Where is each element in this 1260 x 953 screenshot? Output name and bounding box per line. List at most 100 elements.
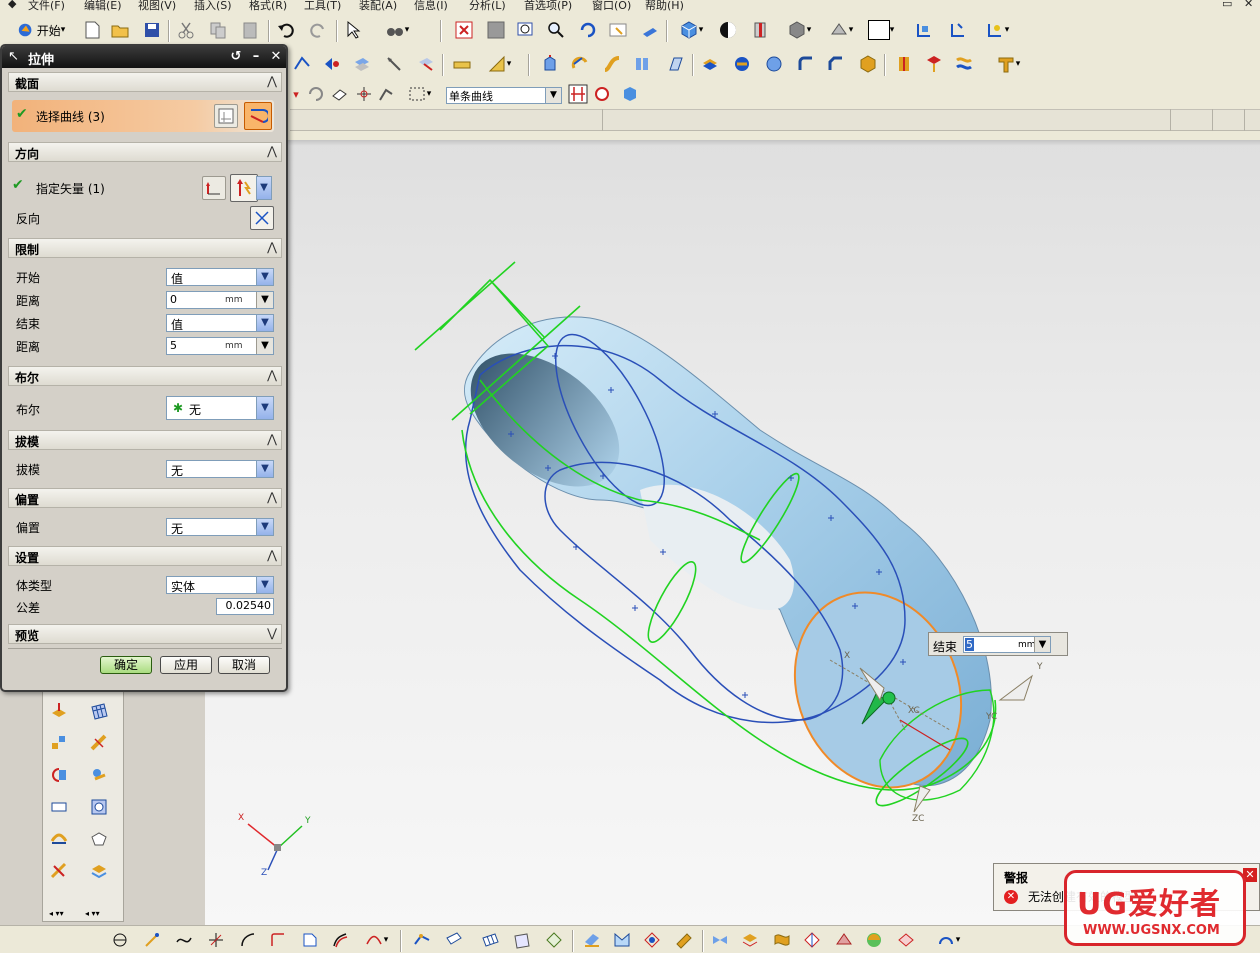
body-type-select[interactable]: 实体 ▼ bbox=[166, 576, 274, 594]
studio-surface-button[interactable] bbox=[542, 928, 566, 952]
tolerance-input[interactable]: 0.02540 bbox=[216, 598, 274, 615]
vector-type-dropdown[interactable]: ▼ bbox=[256, 176, 272, 200]
reverse-direction-button[interactable] bbox=[250, 206, 274, 230]
offset-surface-button[interactable] bbox=[738, 928, 762, 952]
expand-caret-icon[interactable]: ⋁ bbox=[267, 626, 277, 640]
palette-patch-button[interactable] bbox=[87, 859, 111, 883]
i-form-button[interactable] bbox=[832, 928, 856, 952]
more-surface-button[interactable]: ▾ bbox=[930, 928, 966, 952]
x-form-button[interactable] bbox=[800, 928, 824, 952]
through-curve-mesh-button[interactable] bbox=[478, 928, 502, 952]
match-edge-icon bbox=[898, 933, 914, 947]
face-blend-button[interactable] bbox=[672, 928, 696, 952]
palette-law-button[interactable] bbox=[47, 859, 71, 883]
section-header-direction[interactable]: 方向 ⋀ bbox=[8, 142, 282, 162]
enlarge-button[interactable] bbox=[862, 928, 886, 952]
palette-trim-sheet-button[interactable] bbox=[87, 795, 111, 819]
end-distance-onscreen-input[interactable]: 结束 5 mm ▼ bbox=[928, 632, 1068, 656]
end-distance-value[interactable]: 5 bbox=[170, 339, 177, 352]
offset-select[interactable]: 无 ▼ bbox=[166, 518, 274, 536]
rectangle-button[interactable] bbox=[266, 928, 290, 952]
line-button[interactable] bbox=[204, 928, 228, 952]
section-header-preview[interactable]: 预览 ⋁ bbox=[8, 624, 282, 644]
collapse-caret-icon[interactable]: ⋀ bbox=[267, 240, 277, 254]
ruled-button[interactable] bbox=[442, 928, 466, 952]
boolean-select[interactable]: ✱ 无 ▼ bbox=[166, 396, 274, 420]
minimize-icon[interactable]: – bbox=[248, 49, 264, 65]
end-type-select[interactable]: 值 ▼ bbox=[166, 314, 274, 332]
four-point-surface-button[interactable] bbox=[510, 928, 534, 952]
palette-mesh-surface-button[interactable] bbox=[87, 699, 111, 723]
palette-thicken-button[interactable] bbox=[47, 795, 71, 819]
sew-sheet-button[interactable] bbox=[708, 928, 732, 952]
spline-button[interactable] bbox=[172, 928, 196, 952]
palette-scroll-right-icon[interactable]: ◂ ▾▾ bbox=[85, 909, 100, 918]
apply-button[interactable]: 应用 bbox=[160, 656, 212, 674]
collapse-caret-icon[interactable]: ⋀ bbox=[267, 548, 277, 562]
end-distance-unit: mm bbox=[225, 341, 243, 351]
through-curves-button[interactable] bbox=[410, 928, 434, 952]
draft-select[interactable]: 无 ▼ bbox=[166, 460, 274, 478]
palette-datum-plane-button[interactable] bbox=[47, 699, 71, 723]
section-header-limits[interactable]: 限制 ⋀ bbox=[8, 238, 282, 258]
end-onscreen-value[interactable]: 5 bbox=[965, 638, 974, 651]
basic-curves-button[interactable] bbox=[140, 928, 164, 952]
drag-handle-green[interactable] bbox=[882, 691, 896, 705]
start-distance-value[interactable]: 0 bbox=[170, 293, 177, 306]
polygon-button[interactable] bbox=[298, 928, 322, 952]
section-header-boolean[interactable]: 布尔 ⋀ bbox=[8, 366, 282, 386]
chevron-down-icon[interactable]: ▼ bbox=[256, 338, 273, 354]
basic-curves-icon bbox=[145, 933, 159, 947]
limits-title: 限制 bbox=[15, 243, 40, 257]
arrow-cone-y[interactable] bbox=[998, 674, 1033, 701]
curve-select-button[interactable] bbox=[244, 102, 272, 130]
sketch-button[interactable] bbox=[108, 928, 132, 952]
palette-swept-button[interactable] bbox=[87, 731, 111, 755]
palette-scroll-left-icon[interactable]: ◂ ▾▾ bbox=[49, 909, 64, 918]
section-header-settings[interactable]: 设置 ⋀ bbox=[8, 546, 282, 566]
palette-bridge-button[interactable] bbox=[47, 827, 71, 851]
chevron-down-icon[interactable]: ▼ bbox=[256, 292, 273, 308]
trimmed-sheet-button[interactable] bbox=[640, 928, 664, 952]
offset-curve-button[interactable] bbox=[328, 928, 352, 952]
collapse-caret-icon[interactable]: ⋀ bbox=[267, 432, 277, 446]
palette-move-button[interactable] bbox=[47, 731, 71, 755]
mesh-surface-icon bbox=[91, 703, 108, 720]
cancel-button[interactable]: 取消 bbox=[218, 656, 270, 674]
collapse-caret-icon[interactable]: ⋀ bbox=[267, 490, 277, 504]
match-edge-button[interactable] bbox=[894, 928, 918, 952]
dialog-title-bar[interactable]: ↖ 拉伸 ↺ – ✕ bbox=[2, 46, 286, 68]
select-curve-row[interactable]: ✔ 选择曲线 (3) bbox=[12, 100, 274, 132]
section-header-draft[interactable]: 拔模 ⋀ bbox=[8, 430, 282, 450]
end-onscreen-field[interactable]: 5 mm ▼ bbox=[963, 636, 1051, 653]
palette-offset-button[interactable] bbox=[47, 763, 71, 787]
collapse-caret-icon[interactable]: ⋀ bbox=[267, 144, 277, 158]
close-icon[interactable]: ✕ bbox=[268, 49, 284, 65]
reverse-direction-label: 反向 bbox=[16, 212, 41, 226]
sketch-section-button[interactable] bbox=[214, 104, 238, 128]
palette-n-sided-button[interactable] bbox=[87, 827, 111, 851]
vector-constructor-button[interactable] bbox=[202, 176, 226, 200]
start-type-select[interactable]: 值 ▼ bbox=[166, 268, 274, 286]
section-header-section[interactable]: 截面 ⋀ bbox=[8, 72, 282, 92]
trimmed-sheet-icon bbox=[644, 932, 660, 948]
start-type-value: 值 bbox=[171, 272, 184, 286]
end-distance-input[interactable]: 5 mm ▼ bbox=[166, 337, 274, 355]
extension-button[interactable] bbox=[580, 928, 604, 952]
ok-button[interactable]: 确定 bbox=[100, 656, 152, 674]
curve-select-icon bbox=[250, 109, 268, 123]
law-extension-button[interactable] bbox=[610, 928, 634, 952]
arc-button[interactable] bbox=[236, 928, 260, 952]
chevron-down-icon[interactable]: ▼ bbox=[1034, 637, 1050, 652]
collapse-caret-icon[interactable]: ⋀ bbox=[267, 74, 277, 88]
bridge-curve-button[interactable]: ▾ bbox=[358, 928, 394, 952]
reset-icon[interactable]: ↺ bbox=[228, 49, 244, 65]
dialog-menu-icon[interactable]: ↖ bbox=[8, 49, 19, 64]
global-shaping-button[interactable] bbox=[770, 928, 794, 952]
section-header-offset[interactable]: 偏置 ⋀ bbox=[8, 488, 282, 508]
arrow-cone-z[interactable] bbox=[913, 785, 931, 813]
collapse-caret-icon[interactable]: ⋀ bbox=[267, 368, 277, 382]
palette-variable-sweep-button[interactable] bbox=[87, 763, 111, 787]
inferred-vector-button[interactable] bbox=[230, 174, 258, 202]
start-distance-input[interactable]: 0 mm ▼ bbox=[166, 291, 274, 309]
